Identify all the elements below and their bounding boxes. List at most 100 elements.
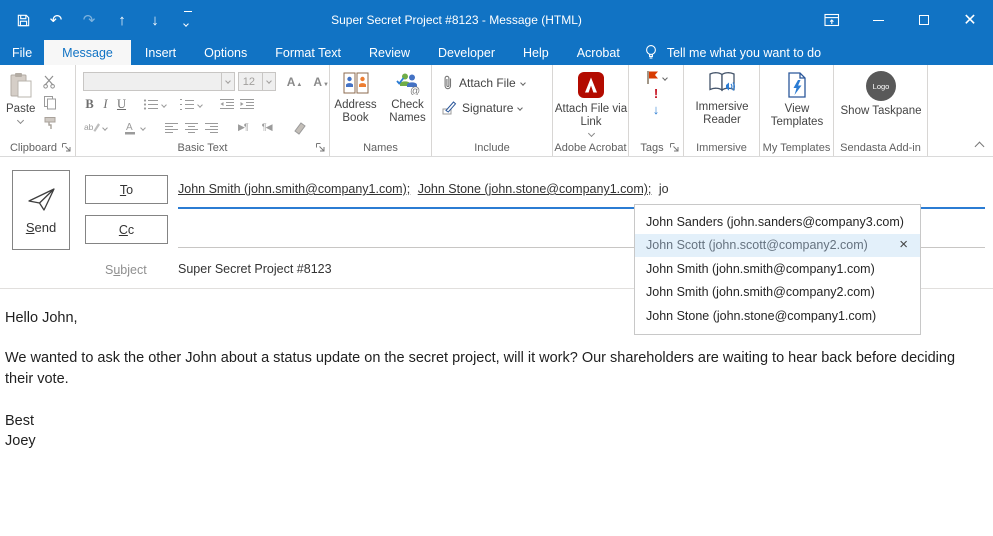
clear-formatting-icon[interactable] — [292, 120, 309, 136]
font-name-combo[interactable] — [83, 72, 235, 91]
tab-developer[interactable]: Developer — [424, 40, 509, 65]
show-taskpane-button[interactable]: Logo Show Taskpane — [834, 65, 928, 118]
tab-options[interactable]: Options — [190, 40, 261, 65]
autocomplete-item[interactable]: John Smith (john.smith@company1.com) — [635, 257, 920, 281]
italic-button[interactable]: I — [99, 97, 112, 112]
address-book-label: Address Book — [331, 99, 381, 125]
adobe-group-label: Adobe Acrobat — [553, 142, 628, 154]
font-color-icon[interactable]: A — [121, 120, 138, 136]
close-button[interactable]: ✕ — [947, 0, 993, 40]
window-title: Super Secret Project #8123 - Message (HT… — [120, 0, 793, 40]
show-taskpane-label: Show Taskpane — [841, 105, 922, 118]
chevron-down-icon — [662, 75, 668, 81]
view-templates-button[interactable]: View Templates — [760, 65, 834, 129]
body-greeting: Hello John, — [5, 308, 78, 329]
to-recipient[interactable]: John Smith (john.smith@company1.com); — [178, 182, 410, 196]
collapse-ribbon-icon[interactable] — [975, 142, 985, 152]
cc-button[interactable]: Cc — [85, 215, 168, 244]
text-highlight-icon[interactable]: ab — [83, 120, 100, 136]
right-to-left-icon[interactable]: ¶◀ — [262, 122, 272, 133]
follow-up-button[interactable] — [646, 70, 667, 85]
bold-button[interactable]: B — [83, 97, 96, 112]
body-closing: Best — [5, 411, 34, 432]
group-names: Address Book @ Check Names Names — [330, 65, 432, 156]
to-recipient[interactable]: John Stone (john.stone@company1.com); — [418, 182, 652, 196]
svg-text:ab: ab — [84, 121, 94, 131]
send-label: Send — [26, 220, 56, 235]
attach-file-button[interactable]: Attach File — [442, 74, 552, 91]
font-name-value — [84, 73, 221, 90]
to-field[interactable]: John Smith (john.smith@company1.com); Jo… — [178, 182, 983, 196]
align-center-icon[interactable] — [183, 120, 200, 136]
paste-icon — [9, 72, 33, 99]
subject-field[interactable]: Super Secret Project #8123 — [178, 262, 332, 276]
chevron-down-icon — [520, 80, 526, 86]
attach-via-link-label: Attach File via Link — [553, 103, 629, 129]
chevron-down-icon — [587, 130, 594, 137]
to-button[interactable]: To — [85, 175, 168, 204]
tab-format-text[interactable]: Format Text — [261, 40, 355, 65]
autocomplete-item[interactable]: John Sanders (john.sanders@company3.com) — [635, 210, 920, 234]
autocomplete-item[interactable]: John Smith (john.smith@company2.com) — [635, 281, 920, 305]
signature-label: Signature — [462, 101, 513, 115]
cut-icon[interactable] — [41, 73, 58, 89]
view-templates-label: View Templates — [760, 103, 834, 129]
grow-font-button[interactable]: A▲ — [287, 76, 303, 88]
decrease-indent-icon[interactable] — [218, 97, 235, 113]
tab-insert[interactable]: Insert — [131, 40, 190, 65]
immersive-reader-icon — [706, 71, 738, 97]
autocomplete-item[interactable]: John Stone (john.stone@company1.com) — [635, 304, 920, 328]
tab-message[interactable]: Message — [44, 40, 131, 65]
chevron-down-icon — [102, 125, 108, 131]
check-names-label: Check Names — [385, 99, 431, 125]
autocomplete-item-selected[interactable]: John Scott (john.scott@company2.com) × — [635, 234, 920, 258]
save-icon[interactable] — [14, 11, 32, 29]
signature-button[interactable]: Signature — [442, 100, 552, 115]
align-right-icon[interactable] — [203, 120, 220, 136]
underline-button[interactable]: U — [115, 97, 128, 112]
high-importance-button[interactable]: ! — [654, 88, 658, 100]
tell-me-box[interactable]: Tell me what you want to do — [634, 40, 831, 65]
my-templates-group-label: My Templates — [760, 142, 833, 154]
chevron-down-icon — [221, 73, 234, 90]
tab-help[interactable]: Help — [509, 40, 563, 65]
low-importance-button[interactable]: ↓ — [653, 103, 660, 117]
font-size-combo[interactable]: 12 — [238, 72, 276, 91]
font-size-value: 12 — [239, 73, 262, 90]
increase-indent-icon[interactable] — [238, 97, 255, 113]
attach-via-link-button[interactable]: Attach File via Link — [553, 65, 629, 136]
bullets-icon[interactable] — [142, 97, 159, 113]
redo-icon[interactable]: ↷ — [80, 11, 98, 29]
immersive-reader-button[interactable]: Immersive Reader — [684, 65, 760, 127]
remove-suggestion-icon[interactable]: × — [899, 237, 908, 252]
ribbon-display-options-icon[interactable] — [809, 0, 855, 40]
minimize-button[interactable] — [855, 0, 901, 40]
chevron-down-icon — [17, 117, 24, 124]
chevron-down-icon — [262, 73, 275, 90]
undo-icon[interactable]: ↶ — [47, 11, 65, 29]
dialog-launcher-icon[interactable] — [61, 142, 72, 153]
maximize-button[interactable] — [901, 0, 947, 40]
tab-acrobat[interactable]: Acrobat — [563, 40, 634, 65]
chevron-down-icon — [518, 105, 524, 111]
send-icon — [25, 186, 57, 212]
copy-icon[interactable] — [41, 94, 58, 110]
svg-text:@: @ — [410, 86, 420, 95]
dialog-launcher-icon[interactable] — [669, 142, 680, 153]
send-button[interactable]: Send — [12, 170, 70, 250]
tab-review[interactable]: Review — [355, 40, 424, 65]
tab-file[interactable]: File — [0, 40, 44, 65]
numbering-icon[interactable] — [178, 97, 195, 113]
dialog-launcher-icon[interactable] — [315, 142, 326, 153]
align-left-icon[interactable] — [163, 120, 180, 136]
flag-icon — [646, 70, 659, 85]
basic-text-group-label: Basic Text — [76, 142, 329, 154]
paste-button[interactable]: Paste — [6, 69, 35, 131]
format-painter-icon[interactable] — [41, 115, 58, 131]
window-controls: ✕ — [809, 0, 993, 40]
left-to-right-icon[interactable]: ▶¶ — [238, 122, 248, 133]
shrink-font-button[interactable]: A▼ — [313, 76, 329, 88]
attach-file-label: Attach File — [459, 76, 516, 90]
check-names-icon: @ — [395, 71, 421, 95]
group-immersive: Immersive Reader Immersive — [684, 65, 760, 156]
